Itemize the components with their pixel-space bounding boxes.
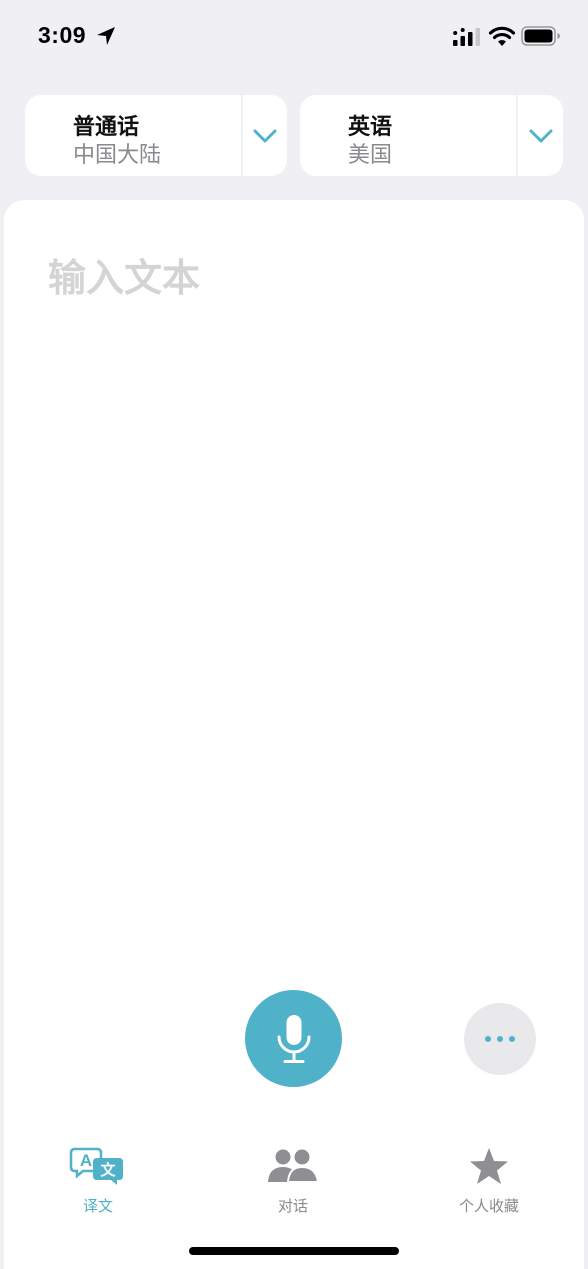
tab-favorites[interactable]: 个人收藏 <box>429 1145 549 1221</box>
chevron-down-icon[interactable] <box>252 123 278 149</box>
target-language-selector[interactable]: 英语 美国 <box>300 95 563 176</box>
text-input[interactable] <box>48 248 538 308</box>
source-language-region: 中国大陆 <box>73 143 162 168</box>
svg-text:A: A <box>80 1151 92 1170</box>
tab-label: 个人收藏 <box>458 1197 519 1215</box>
svg-text:文: 文 <box>100 1161 116 1179</box>
tab-translation[interactable]: A 文 译文 <box>38 1145 158 1221</box>
battery-icon <box>521 26 560 46</box>
location-arrow-icon <box>97 27 115 45</box>
tab-label: 对话 <box>277 1197 308 1215</box>
status-bar: 3:09 <box>0 0 588 74</box>
target-language-region: 美国 <box>348 143 393 168</box>
translation-panel <box>4 200 584 1269</box>
star-icon <box>470 1148 508 1184</box>
wifi-icon <box>488 26 516 46</box>
tab-bar: A 文 译文 对话 个人收藏 <box>0 1145 588 1225</box>
chevron-down-icon[interactable] <box>528 123 554 149</box>
status-time: 3:09 <box>38 22 87 48</box>
ellipsis-icon <box>485 1036 515 1042</box>
divider <box>241 95 243 176</box>
divider <box>516 95 518 176</box>
conversation-icon <box>268 1149 318 1183</box>
more-options-button[interactable] <box>464 1003 536 1075</box>
cellular-signal-icon <box>453 28 480 46</box>
home-indicator <box>189 1247 399 1255</box>
tab-label: 译文 <box>82 1197 113 1215</box>
source-language-selector[interactable]: 普通话 中国大陆 <box>25 95 287 176</box>
tab-conversation[interactable]: 对话 <box>233 1145 353 1221</box>
translate-icon: A 文 <box>69 1147 123 1185</box>
microphone-button[interactable] <box>245 990 342 1087</box>
microphone-icon <box>277 1014 310 1063</box>
